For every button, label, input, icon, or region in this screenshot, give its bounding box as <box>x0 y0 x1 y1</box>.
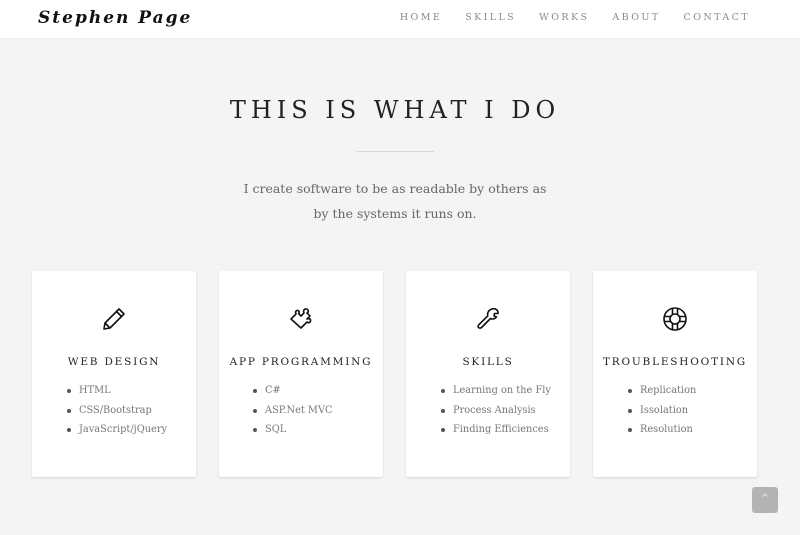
pencil-icon <box>32 305 196 333</box>
list-item: ASP.Net MVC <box>253 401 333 421</box>
card-list: HTML CSS/Bootstrap JavaScript/jQuery <box>67 381 167 440</box>
list-item: Finding Efficiences <box>441 420 551 440</box>
nav-home[interactable]: HOME <box>400 12 442 23</box>
list-item: Issolation <box>628 401 696 421</box>
list-item: Replication <box>628 381 696 401</box>
list-item: Learning on the Fly <box>441 381 551 401</box>
nav-skills[interactable]: SKILLS <box>465 12 516 23</box>
heading-divider <box>356 151 434 152</box>
nav-works[interactable]: WORKS <box>539 12 589 23</box>
list-item: C# <box>253 381 333 401</box>
intro-line-2: by the systems it runs on. <box>313 206 477 221</box>
card-title: APP PROGRAMMING <box>229 356 373 368</box>
section-heading: THIS IS WHAT I DO <box>229 96 561 124</box>
card-title: TROUBLESHOOTING <box>602 356 747 368</box>
list-item: SQL <box>253 420 333 440</box>
nav-contact[interactable]: CONTACT <box>684 12 750 23</box>
wrench-icon <box>406 305 570 333</box>
scroll-to-top-button[interactable]: ^ <box>752 487 778 513</box>
list-item: CSS/Bootstrap <box>67 401 167 421</box>
intro-line-1: I create software to be as readable by o… <box>243 181 547 196</box>
card-web-design: WEB DESIGN HTML CSS/Bootstrap JavaScript… <box>32 271 196 477</box>
main-nav: HOME SKILLS WORKS ABOUT CONTACT <box>377 12 750 23</box>
card-title: SKILLS <box>462 356 514 368</box>
card-troubleshooting: TROUBLESHOOTING Replication Issolation R… <box>593 271 757 477</box>
card-list: C# ASP.Net MVC SQL <box>253 381 333 440</box>
chevron-up-icon: ^ <box>760 493 770 504</box>
list-item: JavaScript/jQuery <box>67 420 167 440</box>
brand-logo[interactable]: Stephen Page <box>38 8 192 28</box>
card-title: WEB DESIGN <box>67 356 161 368</box>
section-intro: I create software to be as readable by o… <box>0 176 790 226</box>
card-list: Replication Issolation Resolution <box>628 381 696 440</box>
card-app-programming: APP PROGRAMMING C# ASP.Net MVC SQL <box>219 271 383 477</box>
list-item: HTML <box>67 381 167 401</box>
life-ring-icon <box>593 305 757 333</box>
nav-about[interactable]: ABOUT <box>612 12 660 23</box>
list-item: Resolution <box>628 420 696 440</box>
navbar: Stephen Page HOME SKILLS WORKS ABOUT CON… <box>0 0 800 38</box>
puzzle-piece-icon <box>219 305 383 333</box>
card-skills: SKILLS Learning on the Fly Process Analy… <box>406 271 570 477</box>
list-item: Process Analysis <box>441 401 551 421</box>
card-list: Learning on the Fly Process Analysis Fin… <box>441 381 551 440</box>
